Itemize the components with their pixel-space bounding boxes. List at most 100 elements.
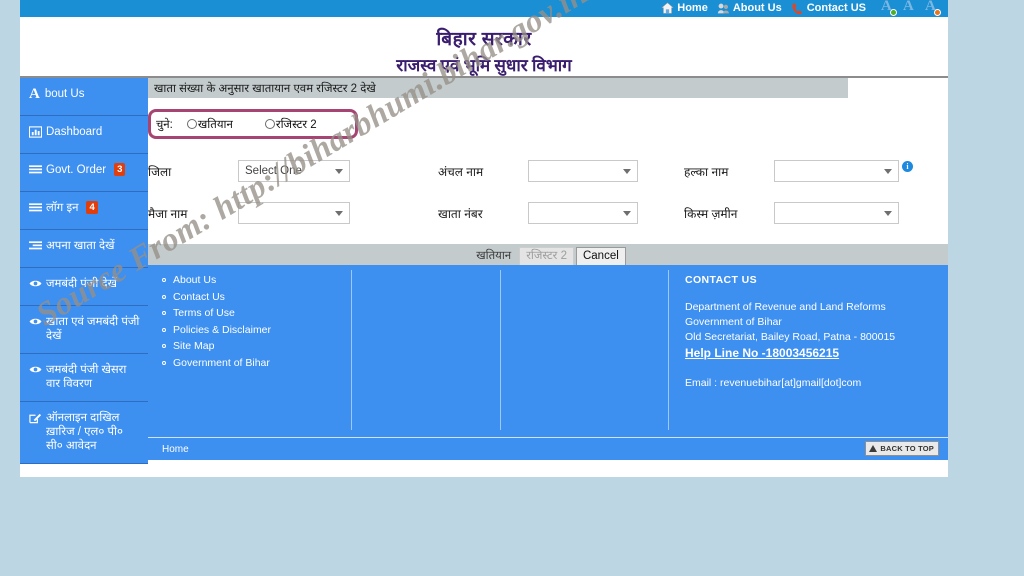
font-increase-icon[interactable]: A [881,1,896,16]
sidebar-item-online-dakhil-kharij-label: ऑनलाइन दाखिल ख़ारिज / एल० पी० सी० आवेदन [46,411,142,454]
bullet-icon [162,361,166,365]
font-increase-dot [890,9,897,16]
field-jila-label: जिला [148,163,171,180]
sidebar-item-jamabandi-panji[interactable]: जमबंदी पंजी देखें [20,268,148,306]
topbar-link-home[interactable]: Home [661,2,708,15]
eye-icon [29,364,42,376]
bullet-icon [162,344,166,348]
arrow-up-icon [869,445,877,452]
contact-government: Government of Bihar [685,315,935,330]
chevron-down-icon [335,211,343,216]
chevron-down-icon [335,169,343,174]
halka-info-icon[interactable]: i [902,161,913,172]
radio-register2-icon[interactable] [265,119,275,129]
field-halka-naam: हल्का नाम [684,163,774,180]
list-icon [29,240,42,252]
sidebar-item-about-us[interactable]: A bout Us [20,78,148,116]
anchal-naam-select[interactable] [528,160,638,182]
footer-divider-1 [351,270,352,430]
topbar-link-about-us[interactable]: About Us [717,2,782,15]
sidebar-item-dashboard-label: Dashboard [46,125,102,139]
footer-link-about-us[interactable]: About Us [162,274,347,286]
search-form: जिला Select One अंचल नाम हल्का नाम [148,150,948,235]
main-content: खाता संख्या के अनुसार खातायान एवम रजिस्ट… [148,78,948,98]
contact-us-title: CONTACT US [685,274,935,286]
mauja-naam-select[interactable] [238,202,350,224]
form-row-1: जिला Select One अंचल नाम हल्का नाम [148,150,948,192]
contact-helpline[interactable]: Help Line No -18003456215 [685,346,839,361]
home-icon [661,2,674,15]
jila-select-value: Select One [245,165,302,177]
sidebar-item-login[interactable]: लॉग इन 4 [20,192,148,230]
sidebar-item-about-us-label: bout Us [45,87,85,101]
contact-email: Email : revenuebihar[at]gmail[dot]com [685,377,935,389]
sidebar-item-jamabandi-khesra[interactable]: जमबंदी पंजी खेसरा वार विवरण [20,354,148,402]
contact-us-body: Department of Revenue and Land Reforms G… [685,300,935,362]
khatiyan-button[interactable]: खतियान [470,248,517,265]
back-to-top-label: BACK TO TOP [880,444,934,453]
field-anchal-naam: अंचल नाम [438,163,528,180]
bullet-icon [162,278,166,282]
sidebar-item-online-dakhil-kharij[interactable]: ऑनलाइन दाखिल ख़ारिज / एल० पी० सी० आवेदन [20,402,148,464]
people-icon [717,2,730,15]
topbar-link-contact-us-label: Contact US [807,3,866,14]
bullet-icon [162,295,166,299]
field-mauja-naam: मैजा नाम [148,205,238,222]
back-to-top-button[interactable]: BACK TO TOP [865,441,939,456]
bullet-icon [162,311,166,315]
top-utility-bar: Home About Us [20,0,948,17]
footer-link-policies-disclaimer[interactable]: Policies & Disclaimer [162,324,347,336]
halka-naam-select[interactable] [774,160,899,182]
radio-option-register2-label: रजिस्टर 2 [276,117,317,132]
font-decrease-icon[interactable]: A [925,1,940,16]
sidebar-item-govt-order[interactable]: Govt. Order 3 [20,154,148,192]
chevron-down-icon [623,169,631,174]
footer-link-government-of-bihar-label: Government of Bihar [173,357,270,369]
choose-label: चुने: [156,117,173,132]
footer-link-contact-us[interactable]: Contact Us [162,291,347,303]
eye-icon [29,278,42,290]
field-halka-naam-label: हल्का नाम [684,163,728,180]
sidebar-item-khata-evam-jamabandi[interactable]: खाता एवं जमबंदी पंजी देखें [20,306,148,354]
khata-number-select[interactable] [528,202,638,224]
sidebar: A bout Us Dashboard [20,78,148,464]
footer-link-site-map[interactable]: Site Map [162,340,347,352]
register2-button: रजिस्टर 2 [519,247,574,266]
dashboard-icon [29,126,42,138]
section-heading: खाता संख्या के अनुसार खातायान एवम रजिस्ट… [148,78,848,98]
bullet-icon [162,328,166,332]
topbar-link-contact-us[interactable]: Contact US [791,2,866,15]
kism-zameen-select[interactable] [774,202,899,224]
letter-a-icon: A [29,87,40,102]
radio-option-khatiyan[interactable]: खतियान [187,117,233,132]
chevron-down-icon [884,169,892,174]
footer-link-terms-of-use-label: Terms of Use [173,307,235,319]
contact-department: Department of Revenue and Land Reforms [685,300,935,315]
sidebar-item-apna-khata[interactable]: अपना खाता देखें [20,230,148,268]
radio-option-register2[interactable]: रजिस्टर 2 [265,117,317,132]
font-decrease-dot [934,9,941,16]
site-banner: बिहार सरकार राजस्व एवं भूमि सुधार विभाग [20,17,948,78]
sidebar-item-dashboard[interactable]: Dashboard [20,116,148,154]
form-row-2: मैजा नाम खाता नंबर किस्म ज़मीन [148,192,948,234]
cancel-button[interactable]: Cancel [576,247,626,266]
screenshot-root: Home About Us [0,0,1024,576]
chevron-down-icon [884,211,892,216]
footer-home-link[interactable]: Home [162,444,189,455]
list-icon [29,202,42,214]
field-anchal-naam-label: अंचल नाम [438,163,483,180]
jila-select[interactable]: Select One [238,160,350,182]
footer-link-about-us-label: About Us [173,274,216,286]
footer-link-terms-of-use[interactable]: Terms of Use [162,307,347,319]
edit-icon [29,412,42,424]
field-khata-number-label: खाता नंबर [438,205,483,222]
footer-link-government-of-bihar[interactable]: Government of Bihar [162,357,347,369]
radio-khatiyan-icon[interactable] [187,119,197,129]
sidebar-item-jamabandi-khesra-label: जमबंदी पंजी खेसरा वार विवरण [46,363,142,392]
sidebar-item-login-label: लॉग इन [46,201,78,215]
page-subtitle: राजस्व एवं भूमि सुधार विभाग [20,53,948,76]
sidebar-item-apna-khata-label: अपना खाता देखें [46,239,115,253]
phone-icon [791,2,804,15]
font-normal-icon[interactable]: A [903,1,918,16]
chevron-down-icon [623,211,631,216]
